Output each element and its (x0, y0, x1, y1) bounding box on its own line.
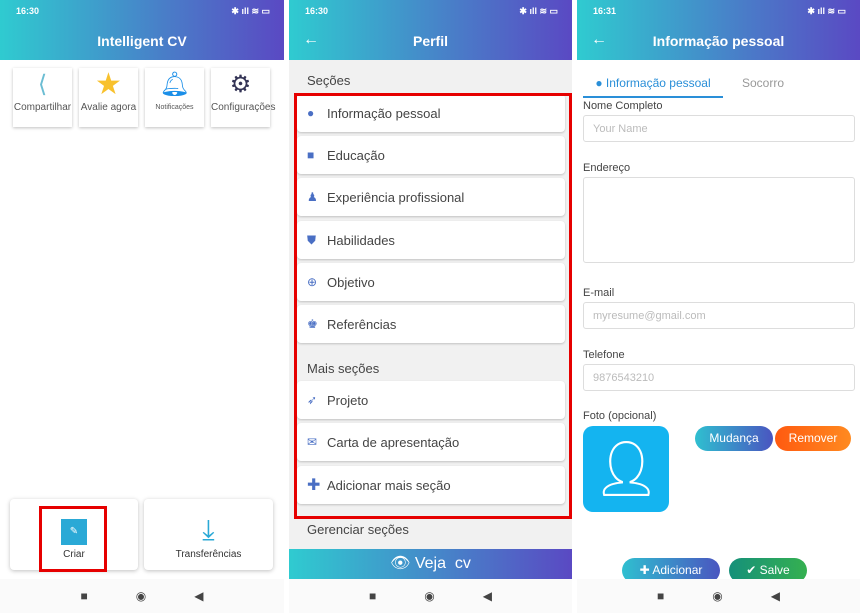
manage-sections[interactable]: Gerenciar seções (307, 522, 409, 537)
status-time: 16:31 (593, 6, 617, 16)
page-title: Perfil (412, 33, 448, 49)
status-time: 16:30 (305, 6, 329, 16)
tile-label: Avalie agora (80, 102, 137, 113)
save-label: Salve (759, 563, 790, 577)
address-label: Endereço (583, 162, 631, 174)
rate-tile[interactable]: ★ Avalie agora (79, 68, 138, 127)
status-icons: ✱ ıll ≋ ▭ (519, 6, 558, 16)
notifications-tile[interactable]: 🔔︎ Notificações (145, 68, 204, 127)
tab-help[interactable]: Socorro (727, 68, 799, 98)
plus-icon: ✚ (639, 563, 653, 577)
home-screen: 16:30 ✱ ıll ≋ ▭ Intelligent CV ⟨ Compartil… (0, 0, 284, 613)
remove-photo-button[interactable]: Remover (775, 426, 851, 451)
recents-button[interactable]: ■ (369, 589, 376, 603)
view-cv-label: Veja cv (414, 555, 471, 572)
status-bar: 16:30 ✱ ıll ≋ ▭ (16, 6, 270, 17)
app-header: 16:31 ✱ ıll ≋ ▭ ← Informação pessoal (577, 0, 860, 60)
page-title: Informação pessoal (652, 33, 785, 49)
tile-label: Notificações (155, 104, 194, 111)
phone-input[interactable]: 9876543210 (583, 364, 855, 391)
add-label: Adicionar (652, 563, 703, 577)
home-button[interactable]: ◉ (136, 589, 146, 603)
downloads-button[interactable]: ⤓ Transferências (144, 499, 273, 570)
share-icon: ⟨ (37, 71, 48, 98)
status-time: 16:30 (16, 6, 40, 16)
phone-label: Telefone (583, 349, 625, 361)
nav-bar: ■ ◉ ◀ (0, 579, 284, 613)
personal-info-screen: 16:31 ✱ ıll ≋ ▭ ← Informação pessoal ● In… (577, 0, 860, 613)
recents-button[interactable]: ■ (81, 589, 88, 603)
status-icons: ✱ ıll ≋ ▭ (231, 6, 270, 16)
nav-bar: ■ ◉ ◀ (289, 579, 572, 613)
eye-icon: 👁︎ (390, 555, 415, 572)
person-icon: ● (595, 76, 606, 90)
photo-placeholder-icon[interactable]: 👤︎ (583, 426, 669, 512)
download-icon: ⤓ (202, 514, 215, 545)
share-tile[interactable]: ⟨ Compartilhar (13, 68, 72, 127)
app-title: Intelligent CV (97, 33, 187, 49)
name-label: Nome Completo (583, 100, 663, 112)
change-photo-button[interactable]: Mudança (695, 426, 773, 451)
app-header: 16:30 ✱ ıll ≋ ▭ ← Perfil (289, 0, 572, 60)
bell-icon: 🔔︎ (159, 71, 190, 98)
downloads-label: Transferências (175, 549, 242, 560)
app-header: 16:30 ✱ ıll ≋ ▭ Intelligent CV (0, 0, 284, 60)
photo-label: Foto (opcional) (583, 410, 657, 422)
star-icon: ★ (95, 68, 122, 101)
sections-heading: Seções (307, 73, 351, 88)
settings-tile[interactable]: ⚙ Configurações (211, 68, 275, 127)
highlight-box (39, 506, 107, 572)
address-input[interactable] (583, 177, 855, 263)
tile-label: Compartilhar (13, 102, 72, 113)
tab-label: Informação pessoal (605, 76, 711, 90)
check-icon: ✔ (746, 563, 760, 577)
home-button[interactable]: ◉ (712, 589, 722, 603)
view-cv-button[interactable]: 👁︎ Veja cv (289, 549, 572, 579)
back-button[interactable]: ◀ (771, 589, 780, 603)
email-input[interactable]: myresume@gmail.com (583, 302, 855, 329)
highlight-box (294, 93, 572, 519)
name-input[interactable]: Your Name (583, 115, 855, 142)
tile-label: Configurações (211, 102, 276, 113)
recents-button[interactable]: ■ (657, 589, 664, 603)
profile-screen: 16:30 ✱ ıll ≋ ▭ ← Perfil Seções ● Informaç… (289, 0, 572, 613)
tab-personal-info[interactable]: ● Informação pessoal (583, 68, 723, 98)
home-button[interactable]: ◉ (424, 589, 434, 603)
back-button[interactable]: ◀ (483, 589, 492, 603)
email-label: E-mail (583, 287, 615, 299)
status-icons: ✱ ıll ≋ ▭ (807, 6, 846, 16)
status-bar: 16:30 ✱ ıll ≋ ▭ (305, 6, 558, 17)
nav-bar: ■ ◉ ◀ (577, 579, 860, 613)
gears-icon: ⚙ (229, 71, 252, 98)
status-bar: 16:31 ✱ ıll ≋ ▭ (593, 6, 846, 17)
back-button[interactable]: ◀ (194, 589, 203, 603)
